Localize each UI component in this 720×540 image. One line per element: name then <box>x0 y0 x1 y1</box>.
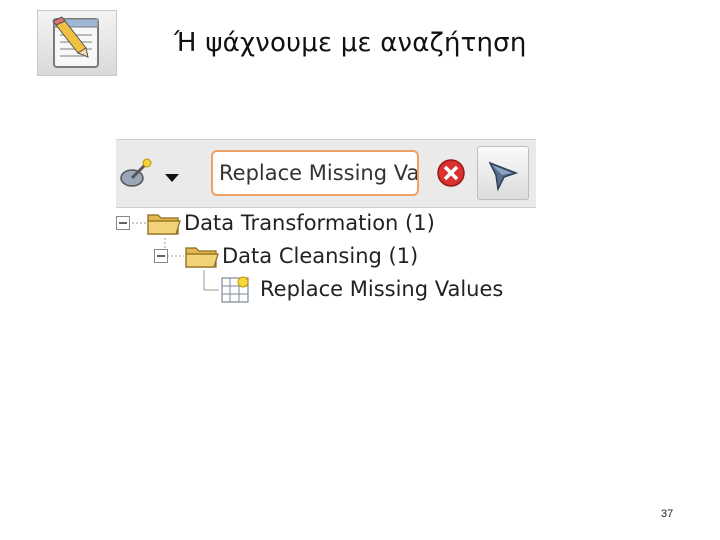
tree-node-data-cleansing[interactable]: Data Cleansing (1) <box>154 241 418 271</box>
operator-table-icon <box>221 276 249 303</box>
operator-search-toolbar <box>116 139 536 208</box>
folder-icon <box>185 247 219 268</box>
tree-node-data-transformation[interactable]: Data Transformation (1) <box>116 208 435 238</box>
clear-search-button[interactable] <box>436 158 466 188</box>
dropdown-arrow-icon[interactable] <box>164 170 180 188</box>
collapse-toggle-icon[interactable] <box>116 216 130 230</box>
search-input[interactable] <box>219 161 417 185</box>
filter-button[interactable] <box>477 146 529 200</box>
tree-node-replace-missing-values[interactable]: Replace Missing Values <box>220 274 503 304</box>
tree-node-label: Replace Missing Values <box>260 277 504 301</box>
collapse-toggle-icon[interactable] <box>154 249 168 263</box>
page-number: 37 <box>661 508 674 520</box>
slide-title: Ή ψάχνουμε με αναζήτηση <box>174 28 527 58</box>
tree-node-label: Data Transformation (1) <box>184 211 435 235</box>
filter-icon <box>488 161 519 192</box>
tree-node-label: Data Cleansing (1) <box>222 244 419 268</box>
search-field[interactable] <box>211 150 419 196</box>
notepad-logo-icon <box>37 10 117 76</box>
magic-wand-icon[interactable] <box>116 158 154 195</box>
clear-icon <box>437 159 465 187</box>
folder-icon <box>147 214 181 235</box>
